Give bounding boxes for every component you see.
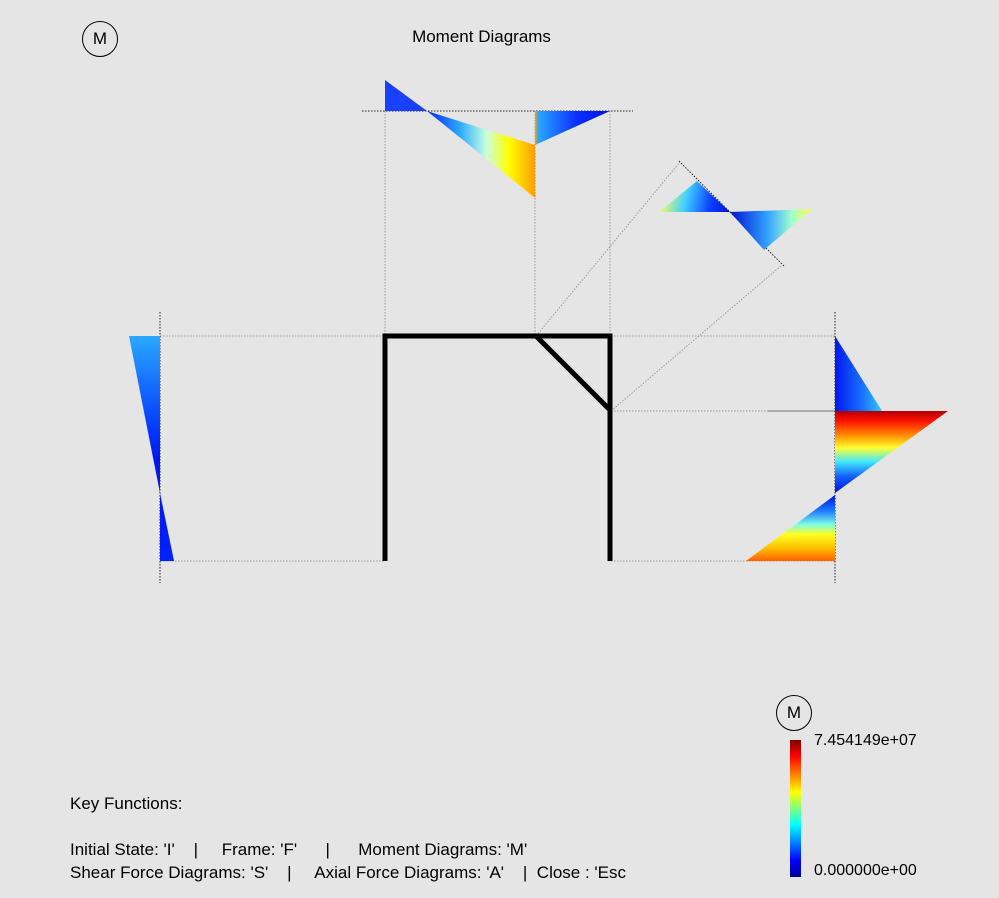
- diagram-axes: [159, 110, 836, 583]
- key-functions-panel: Key Functions: Initial State: 'I' | Fram…: [70, 792, 626, 884]
- right-column-moment-diagram-lower: [746, 495, 835, 561]
- key-functions-line-1: Initial State: 'I' | Frame: 'F' | Moment…: [70, 840, 528, 859]
- frame-structure: [382, 333, 613, 561]
- legend-colorbar: [790, 740, 801, 877]
- top-beam-moment-diagram-main: [427, 111, 610, 198]
- legend-badge: M: [776, 695, 812, 731]
- legend-min-value: 0.000000e+00: [814, 862, 917, 879]
- legend-max-value: 7.454149e+07: [814, 732, 917, 749]
- key-functions-line-2: Shear Force Diagrams: 'S' | Axial Force …: [70, 863, 627, 882]
- brace-moment-diagram-lower: [730, 209, 812, 250]
- key-functions-heading: Key Functions:: [70, 794, 183, 813]
- right-column-moment-diagram-middle: [835, 411, 948, 493]
- left-column-moment-diagram: [129, 336, 174, 561]
- right-column-moment-diagram-upper: [835, 336, 882, 411]
- brace-moment-diagram-upper: [659, 181, 730, 212]
- page-title: Moment Diagrams: [412, 27, 551, 46]
- top-beam-moment-diagram: [385, 80, 427, 111]
- diagram-canvas: [129, 80, 948, 877]
- legend-badge-label: M: [786, 703, 802, 722]
